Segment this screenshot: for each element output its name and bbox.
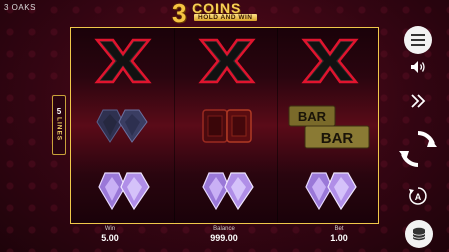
symbol-red-rubies — [175, 93, 278, 158]
bet-display: Bet 1.00 — [309, 226, 369, 243]
paylines-label: LINES — [55, 117, 63, 142]
bar-label-1: BAR — [297, 109, 326, 124]
autoplay-icon: A — [409, 187, 427, 205]
paylines-indicator: 5 LINES — [52, 95, 66, 155]
bar-label-2: BAR — [320, 130, 353, 147]
symbol-x — [71, 28, 174, 93]
turbo-button[interactable] — [407, 90, 429, 112]
fast-forward-icon — [411, 94, 426, 108]
reel-2 — [174, 28, 278, 223]
game-logo: 3 COINS HOLD AND WIN — [172, 0, 277, 28]
logo-subtitle: HOLD AND WIN — [194, 14, 257, 21]
reel-3: BAR BAR — [277, 28, 381, 223]
symbol-purple-diamonds — [71, 158, 174, 223]
symbol-purple-diamonds — [175, 158, 278, 223]
logo-number: 3 — [172, 0, 187, 28]
speaker-icon — [411, 61, 425, 73]
menu-icon — [411, 34, 425, 46]
balance-value: 999.00 — [210, 233, 238, 243]
studio-label: 3 OAKS — [4, 3, 36, 12]
svg-text:A: A — [415, 192, 422, 202]
spin-icon — [399, 131, 437, 167]
bet-value: 1.00 — [330, 233, 348, 243]
win-value: 5.00 — [101, 233, 119, 243]
balance-display: Balance 999.00 — [194, 226, 254, 243]
symbol-x — [278, 28, 381, 93]
spin-button[interactable] — [396, 127, 440, 171]
symbol-x — [175, 28, 278, 93]
win-display: Win 5.00 — [80, 226, 140, 243]
autoplay-button[interactable]: A — [406, 184, 430, 208]
sound-button[interactable] — [407, 57, 429, 77]
balance-label: Balance — [213, 226, 235, 232]
symbol-purple-diamonds — [278, 158, 381, 223]
symbol-blue-diamonds — [71, 93, 174, 158]
symbol-bar-bar: BAR BAR — [278, 93, 381, 158]
reel-area: BAR BAR — [70, 27, 379, 224]
menu-button[interactable] — [404, 26, 432, 54]
bet-label: Bet — [334, 226, 344, 232]
reel-1 — [71, 28, 174, 223]
win-label: Win — [104, 226, 116, 232]
paylines-count: 5 — [56, 107, 62, 117]
bet-settings-button[interactable] — [405, 220, 433, 248]
coin-stack-icon — [412, 227, 426, 241]
